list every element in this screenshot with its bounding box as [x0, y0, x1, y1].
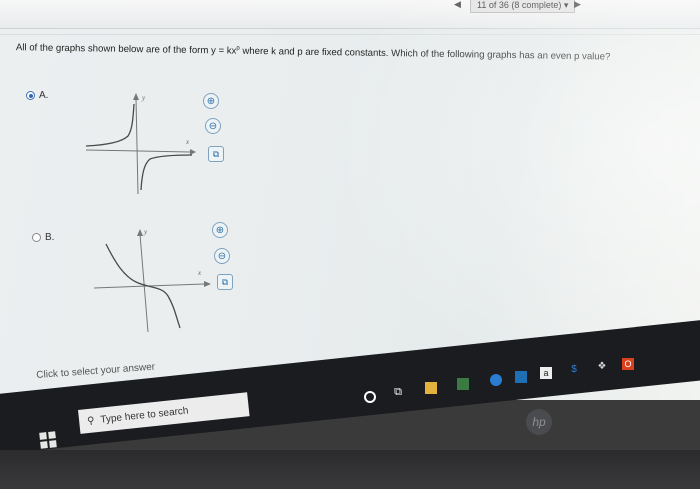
windows-start-icon[interactable] — [39, 431, 57, 449]
option-b-popout-icon[interactable]: ⧉ — [217, 274, 233, 290]
graph-b-y-axis — [139, 233, 149, 333]
next-question-icon[interactable]: ▶ — [574, 0, 581, 10]
option-a[interactable]: A. — [26, 90, 48, 101]
edge-icon[interactable] — [490, 374, 502, 386]
taskbar-search-placeholder: Type here to search — [99, 404, 189, 426]
mail-icon[interactable] — [515, 371, 527, 383]
graph-a-x-arrow — [190, 149, 196, 155]
question-counter-label: 11 of 36 (8 complete) — [477, 0, 562, 10]
graph-a-y-axis — [135, 97, 139, 195]
option-b-label: B. — [45, 232, 55, 243]
graph-a-curve-right — [140, 154, 193, 191]
option-b-zoom-in-icon[interactable]: ⊕ — [212, 222, 228, 238]
option-a-zoom-out-icon[interactable]: ⊖ — [205, 118, 221, 134]
graph-b-y-arrow — [137, 229, 143, 236]
answer-hint: Click to select your answer — [36, 361, 156, 381]
graph-a-y-label: y — [141, 94, 146, 102]
question-text: All of the graphs shown below are of the… — [15, 42, 611, 63]
task-view-icon[interactable]: ⧉ — [392, 386, 404, 398]
graph-a-x-axis — [85, 149, 191, 153]
option-a-popout-icon[interactable]: ⧉ — [208, 146, 224, 162]
cortana-icon[interactable] — [364, 391, 376, 403]
hp-logo: hp — [526, 409, 552, 435]
dropdown-icon: ▾ — [563, 0, 569, 10]
option-a-radio[interactable] — [26, 91, 35, 100]
dropbox-icon[interactable]: ❖ — [596, 361, 608, 373]
graph-a-x-label: x — [185, 138, 190, 146]
store-icon[interactable] — [457, 378, 469, 390]
graph-a-y-arrow — [133, 93, 139, 100]
option-a-label: A. — [39, 90, 49, 101]
graph-b-y-label: y — [143, 228, 148, 236]
office-icon[interactable]: O — [622, 358, 634, 370]
dollar-app-icon[interactable]: $ — [568, 364, 580, 376]
question-counter[interactable]: 11 of 36 (8 complete) ▾ — [470, 0, 576, 13]
search-icon: ⚲ — [86, 414, 96, 427]
file-explorer-icon[interactable] — [425, 382, 437, 394]
divider — [0, 34, 700, 35]
option-b-radio[interactable] — [32, 233, 41, 242]
laptop-bezel — [0, 450, 700, 489]
question-nav-bar: ◀ 11 of 36 (8 complete) ▾ ▶ — [0, 0, 700, 29]
graph-b-x-label: x — [197, 269, 202, 277]
option-b-zoom-out-icon[interactable]: ⊖ — [214, 248, 230, 264]
graph-b-x-arrow — [204, 281, 211, 287]
amazon-icon[interactable]: a — [540, 367, 552, 379]
option-b[interactable]: B. — [32, 232, 54, 243]
option-a-graph[interactable]: y x — [78, 90, 198, 200]
previous-question-icon[interactable]: ◀ — [454, 0, 461, 10]
graph-a-curve-left — [85, 103, 135, 147]
option-a-zoom-in-icon[interactable]: ⊕ — [203, 93, 219, 109]
option-b-graph[interactable]: y x — [90, 224, 215, 334]
